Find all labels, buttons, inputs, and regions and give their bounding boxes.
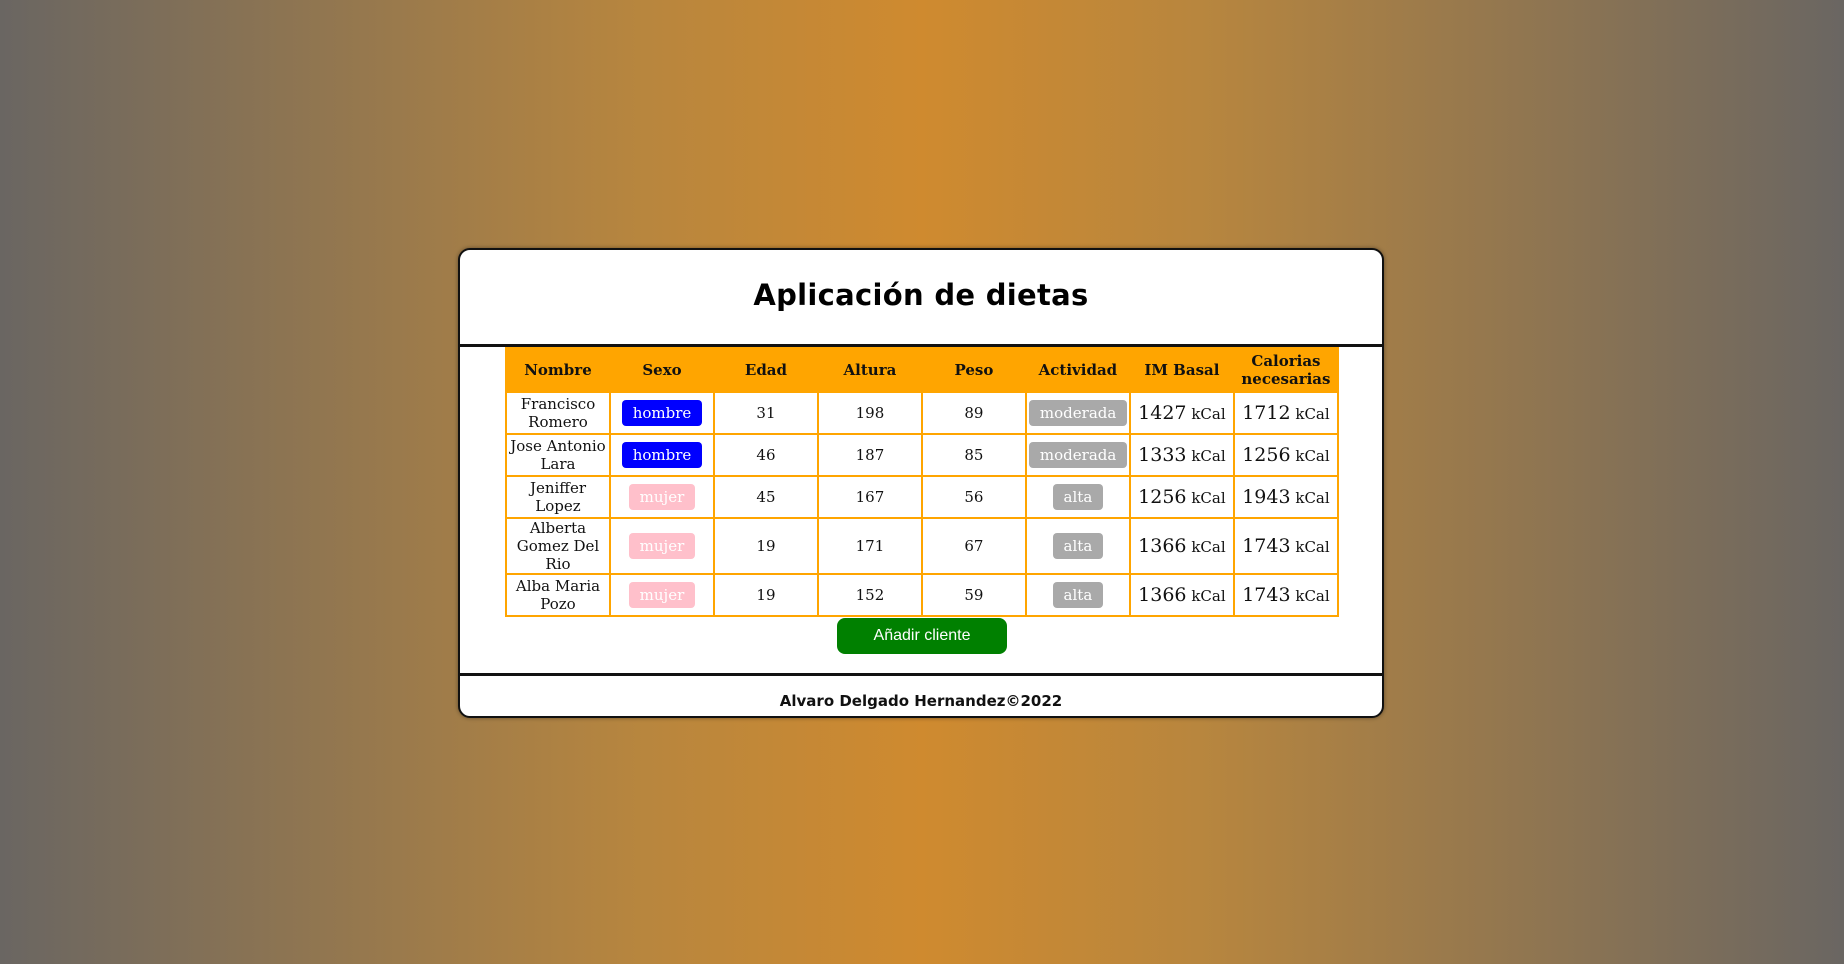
header-calorias: Calorias necesarias (1232, 347, 1340, 393)
im-basal-value: 1333 (1138, 443, 1187, 466)
unit-label: kCal (1191, 488, 1226, 507)
im-basal-value: 1366 (1138, 583, 1187, 606)
cell-nombre: Francisco Romero (505, 391, 611, 435)
cell-edad: 45 (712, 475, 819, 519)
unit-label: kCal (1295, 488, 1330, 507)
cell-edad: 19 (712, 517, 819, 575)
actividad-badge: alta (1052, 533, 1104, 559)
cell-peso: 56 (920, 475, 1027, 519)
header-im-basal: IM Basal (1128, 347, 1235, 393)
cell-im-basal: 1256 kCal (1128, 475, 1235, 519)
sexo-badge: mujer (628, 533, 696, 559)
sexo-badge: hombre (621, 400, 703, 426)
cell-peso: 85 (920, 433, 1027, 477)
unit-label: kCal (1295, 404, 1330, 423)
cell-peso: 89 (920, 391, 1027, 435)
unit-label: kCal (1295, 446, 1330, 465)
actividad-badge: alta (1052, 484, 1104, 510)
cell-peso: 59 (920, 573, 1027, 617)
cell-calorias: 1943 kCal (1232, 475, 1340, 519)
actividad-badge: moderada (1028, 442, 1128, 468)
sexo-badge: mujer (628, 582, 696, 608)
sexo-badge: mujer (628, 484, 696, 510)
im-basal-value: 1427 (1138, 401, 1187, 424)
cell-nombre: Alberta Gomez Del Rio (505, 517, 611, 575)
calorias-value: 1743 (1242, 534, 1291, 557)
actividad-badge: alta (1052, 582, 1104, 608)
cell-nombre: Alba Maria Pozo (505, 573, 611, 617)
calorias-value: 1256 (1242, 443, 1291, 466)
cell-sexo: hombre (608, 433, 715, 477)
table-row: Jose Antonio Lara hombre 46 187 85 moder… (505, 433, 1340, 477)
cell-calorias: 1743 kCal (1232, 573, 1340, 617)
clients-table: Nombre Sexo Edad Altura Peso Actividad I… (505, 347, 1340, 617)
actividad-badge: moderada (1028, 400, 1128, 426)
cell-im-basal: 1427 kCal (1128, 391, 1235, 435)
footer-credit: Alvaro Delgado Hernandez©2022 (779, 692, 1063, 710)
im-basal-value: 1256 (1138, 485, 1187, 508)
header-nombre: Nombre (505, 347, 611, 393)
cell-edad: 31 (712, 391, 819, 435)
calorias-value: 1943 (1242, 485, 1291, 508)
cell-calorias: 1743 kCal (1232, 517, 1340, 575)
header-edad: Edad (712, 347, 819, 393)
footer-divider (460, 673, 1382, 676)
cell-edad: 46 (712, 433, 819, 477)
table-row: Jeniffer Lopez mujer 45 167 56 alta 1256… (505, 475, 1340, 519)
header-altura: Altura (816, 347, 923, 393)
cell-calorias: 1256 kCal (1232, 433, 1340, 477)
cell-altura: 152 (816, 573, 923, 617)
cell-calorias: 1712 kCal (1232, 391, 1340, 435)
unit-label: kCal (1191, 446, 1226, 465)
cell-actividad: moderada (1024, 433, 1131, 477)
header-sexo: Sexo (608, 347, 715, 393)
cell-altura: 167 (816, 475, 923, 519)
calorias-value: 1743 (1242, 583, 1291, 606)
cell-altura: 187 (816, 433, 923, 477)
diet-app-card: Aplicación de dietas Nombre Sexo Edad Al… (458, 248, 1384, 718)
cell-actividad: moderada (1024, 391, 1131, 435)
page-title: Aplicación de dietas (753, 278, 1089, 312)
im-basal-value: 1366 (1138, 534, 1187, 557)
cell-nombre: Jose Antonio Lara (505, 433, 611, 477)
cell-sexo: hombre (608, 391, 715, 435)
cell-altura: 198 (816, 391, 923, 435)
cell-edad: 19 (712, 573, 819, 617)
cell-im-basal: 1366 kCal (1128, 517, 1235, 575)
cell-im-basal: 1366 kCal (1128, 573, 1235, 617)
unit-label: kCal (1191, 586, 1226, 605)
header-actividad: Actividad (1024, 347, 1131, 393)
unit-label: kCal (1191, 404, 1226, 423)
cell-peso: 67 (920, 517, 1027, 575)
add-client-button[interactable]: Añadir cliente (837, 618, 1007, 654)
cell-actividad: alta (1024, 573, 1131, 617)
cell-altura: 171 (816, 517, 923, 575)
table-header-row: Nombre Sexo Edad Altura Peso Actividad I… (505, 347, 1340, 393)
unit-label: kCal (1295, 537, 1330, 556)
table-row: Francisco Romero hombre 31 198 89 modera… (505, 391, 1340, 435)
cell-actividad: alta (1024, 517, 1131, 575)
table-row: Alberta Gomez Del Rio mujer 19 171 67 al… (505, 517, 1340, 575)
cell-nombre: Jeniffer Lopez (505, 475, 611, 519)
cell-sexo: mujer (608, 475, 715, 519)
sexo-badge: hombre (621, 442, 703, 468)
cell-actividad: alta (1024, 475, 1131, 519)
cell-sexo: mujer (608, 517, 715, 575)
unit-label: kCal (1295, 586, 1330, 605)
calorias-value: 1712 (1242, 401, 1291, 424)
cell-sexo: mujer (608, 573, 715, 617)
table-row: Alba Maria Pozo mujer 19 152 59 alta 136… (505, 573, 1340, 617)
cell-im-basal: 1333 kCal (1128, 433, 1235, 477)
header-peso: Peso (920, 347, 1027, 393)
unit-label: kCal (1191, 537, 1226, 556)
